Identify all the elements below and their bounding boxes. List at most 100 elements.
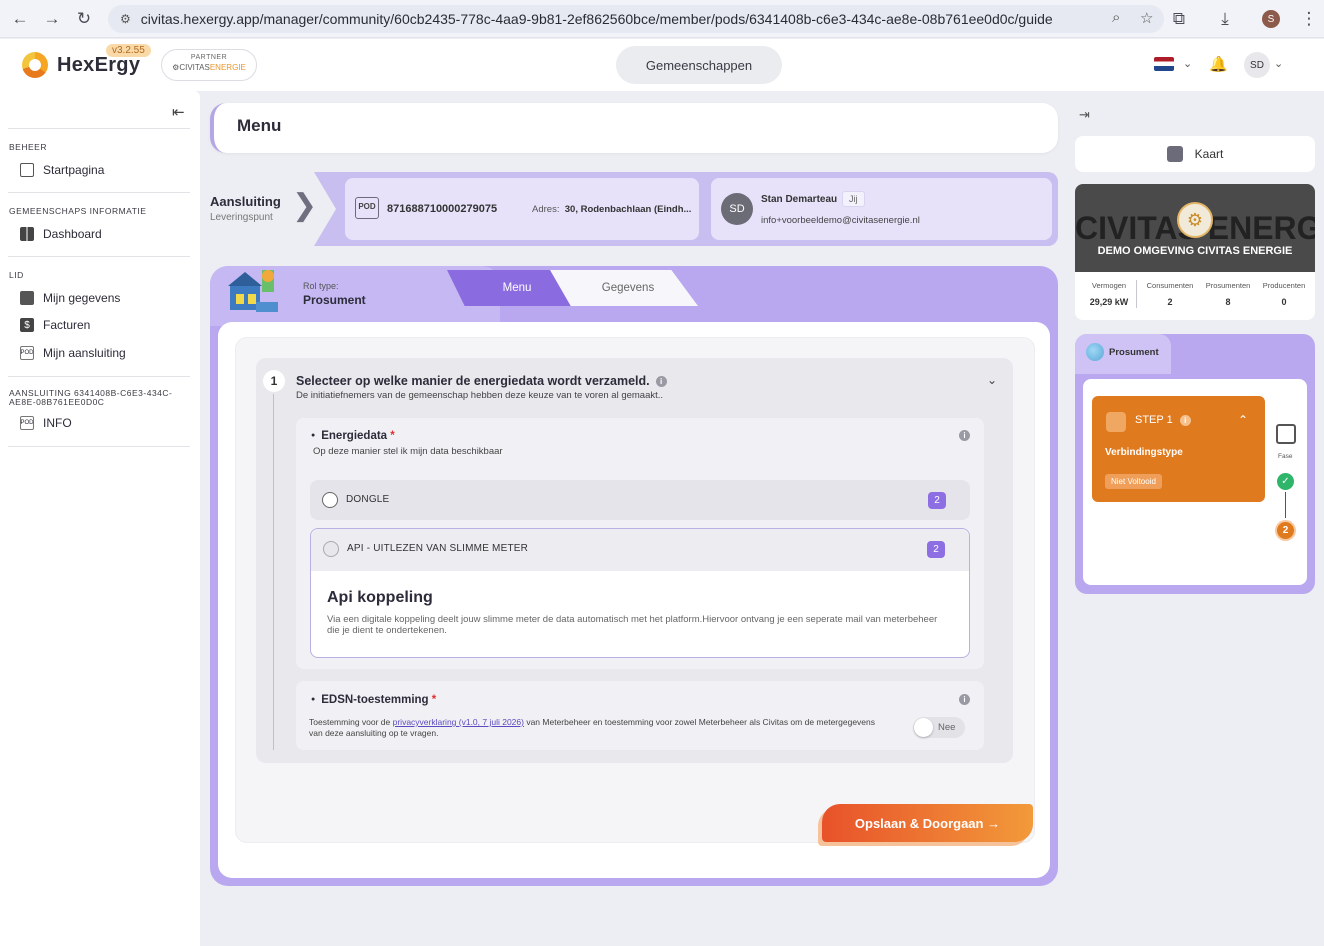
dashboard-icon xyxy=(20,227,34,241)
api-detail-title: Api koppeling xyxy=(327,589,433,606)
map-icon xyxy=(1166,146,1183,162)
community-card[interactable]: CIVITAS ENERGIE ⚙ DEMO OMGEVING CIVITAS … xyxy=(1075,184,1315,320)
pod-icon: POD xyxy=(20,346,34,360)
partner-logo: ⚙CIVITASENERGIE xyxy=(172,63,246,72)
sidebar-item-info[interactable]: POD INFO xyxy=(20,413,72,433)
pod-icon: POD xyxy=(355,197,379,219)
option-label: API - UITLEZEN VAN SLIMME METER xyxy=(347,543,529,554)
radio-api[interactable] xyxy=(323,541,339,557)
hexergy-logo-icon xyxy=(22,52,48,78)
profile-icon xyxy=(20,291,34,305)
partner-label: PARTNER xyxy=(190,54,228,61)
collapse-sidebar-icon[interactable]: ⇤ xyxy=(172,103,185,121)
brand-name: HexErgy xyxy=(57,54,141,76)
user-avatar[interactable]: SD xyxy=(1244,52,1270,78)
sidebar-item-mijn-gegevens[interactable]: Mijn gegevens xyxy=(20,288,120,308)
connection-label: Aansluiting Leveringspunt xyxy=(210,194,281,223)
stat-label: Vermogen xyxy=(1091,281,1127,290)
step-status-badge: Niet Voltooid xyxy=(1105,474,1162,489)
sidebar-item-startpagina[interactable]: Startpagina xyxy=(20,160,104,180)
pod-address: Adres: 30, Rodenbachlaan (Eindh... xyxy=(532,204,691,215)
sidebar-item-label: Mijn aansluiting xyxy=(43,346,126,360)
connection-subtitle: Leveringspunt xyxy=(210,212,273,223)
step-card-label-text: STEP 1 xyxy=(1135,414,1173,426)
field-title: EDSN-toestemming * xyxy=(311,694,436,706)
option-label: DONGLE xyxy=(346,494,390,505)
sidebar-item-facturen[interactable]: $ Facturen xyxy=(20,315,90,335)
stat-producenten: Producenten 0 xyxy=(1257,281,1311,307)
sidebar: ⇤ BEHEER Startpagina GEMEENSCHAPS INFORM… xyxy=(0,91,200,946)
phase-label: Fase xyxy=(1278,453,1293,460)
more-menu-icon[interactable]: ⋮ xyxy=(1294,3,1324,35)
info-icon[interactable]: i xyxy=(959,430,970,441)
option-api[interactable]: API - UITLEZEN VAN SLIMME METER 2 Api ko… xyxy=(310,528,970,658)
phase-connector xyxy=(1285,492,1286,518)
role-value: Prosument xyxy=(303,293,366,307)
profile-button[interactable]: S xyxy=(1248,3,1294,35)
divider xyxy=(8,256,190,257)
chevron-down-icon[interactable]: ⌄ xyxy=(987,373,997,387)
map-button[interactable]: Kaart xyxy=(1075,136,1315,172)
chevron-right-icon: ❯ xyxy=(292,189,318,222)
sidebar-item-label: Facturen xyxy=(43,318,91,332)
step-card-label: STEP 1 i xyxy=(1135,414,1191,426)
sidebar-section-title: GEMEENSCHAPS INFORMATIE xyxy=(9,206,147,216)
forward-arrow-icon[interactable]: → xyxy=(36,3,68,35)
sidebar-item-dashboard[interactable]: Dashboard xyxy=(20,224,102,244)
sidebar-item-mijn-aansluiting[interactable]: POD Mijn aansluiting xyxy=(20,343,126,363)
menu-title-bar: Menu xyxy=(210,103,1058,153)
chevron-down-icon[interactable]: ⌄ xyxy=(1274,57,1283,70)
progress-role-label: Prosument xyxy=(1109,347,1159,358)
edsn-toggle[interactable]: Nee xyxy=(913,717,965,738)
partner-name-a: CIVITAS xyxy=(179,63,210,72)
globe-icon xyxy=(1086,343,1104,361)
chevron-up-icon[interactable]: ⌃ xyxy=(1238,413,1248,427)
api-detail-text: Via een digitale koppeling deelt jouw sl… xyxy=(327,614,938,636)
privacy-link[interactable]: privacyverklaring (v1.0, 7 juli 2026) xyxy=(393,717,524,727)
pod-card[interactable]: POD 871688710000279075 Adres: 30, Rodenb… xyxy=(345,178,699,240)
step-card[interactable]: STEP 1 i ⌃ Verbindingstype Niet Voltooid xyxy=(1092,396,1265,502)
phase-icon xyxy=(1276,424,1296,444)
field-subtitle: Op deze manier stel ik mijn data beschik… xyxy=(313,446,503,457)
field-title-text: Energiedata xyxy=(321,430,388,442)
stat-value: 2 xyxy=(1167,297,1173,307)
info-icon[interactable]: i xyxy=(959,694,970,705)
extensions-icon[interactable]: ⧉ xyxy=(1156,3,1202,35)
page-title: Menu xyxy=(237,116,282,135)
sidebar-item-label: Dashboard xyxy=(43,227,102,241)
address-bar[interactable]: ⚙ civitas.hexergy.app/manager/community/… xyxy=(108,5,1164,33)
back-arrow-icon[interactable]: ← xyxy=(4,3,36,35)
bell-icon[interactable]: 🔔 xyxy=(1209,55,1228,73)
bookmark-star-icon[interactable]: ☆ xyxy=(1140,9,1153,27)
dutch-flag-icon[interactable] xyxy=(1154,57,1174,71)
sidebar-section-title: AANSLUITING 6341408B-C6E3-434C-AE8E-08B7… xyxy=(9,388,173,407)
reload-icon[interactable]: ↻ xyxy=(68,3,100,35)
option-dongle[interactable]: DONGLE 2 xyxy=(310,480,970,520)
community-title: DEMO OMGEVING CIVITAS ENERGIE xyxy=(1097,245,1293,257)
info-icon[interactable]: i xyxy=(1179,414,1191,426)
download-icon[interactable]: ⤓ xyxy=(1202,3,1248,35)
stat-label: Prosumenten xyxy=(1205,281,1251,290)
save-continue-button[interactable]: Opslaan & Doorgaan → xyxy=(822,804,1033,842)
chevron-down-icon[interactable]: ⌄ xyxy=(1183,57,1192,70)
stat-label: Producenten xyxy=(1262,281,1306,290)
expand-panel-icon[interactable]: ⇥ xyxy=(1079,107,1090,123)
role-label: Rol type: xyxy=(303,281,339,291)
profile-avatar: S xyxy=(1262,10,1280,28)
communities-button[interactable]: Gemeenschappen xyxy=(616,46,782,84)
stat-consumenten: Consumenten 2 xyxy=(1141,281,1199,307)
sidebar-item-label: INFO xyxy=(43,416,72,430)
step-card-title: Verbindingstype xyxy=(1105,447,1183,458)
radio-dongle[interactable] xyxy=(322,492,338,508)
info-icon[interactable]: i xyxy=(655,376,667,388)
toggle-label: Nee xyxy=(938,722,956,733)
sidebar-item-label: Mijn gegevens xyxy=(43,291,121,305)
site-settings-icon[interactable]: ⚙ xyxy=(120,12,131,26)
zoom-icon[interactable]: ⌕ xyxy=(1112,9,1120,26)
stat-value: 8 xyxy=(1225,297,1231,307)
field-title: Energiedata * xyxy=(311,430,395,442)
address-value: 30, Rodenbachlaan (Eindh... xyxy=(564,204,692,215)
user-card[interactable]: SD Stan Demarteau Jij info+voorbeeldemo@… xyxy=(711,178,1052,240)
divider xyxy=(8,446,190,447)
option-badge: 2 xyxy=(928,492,946,509)
